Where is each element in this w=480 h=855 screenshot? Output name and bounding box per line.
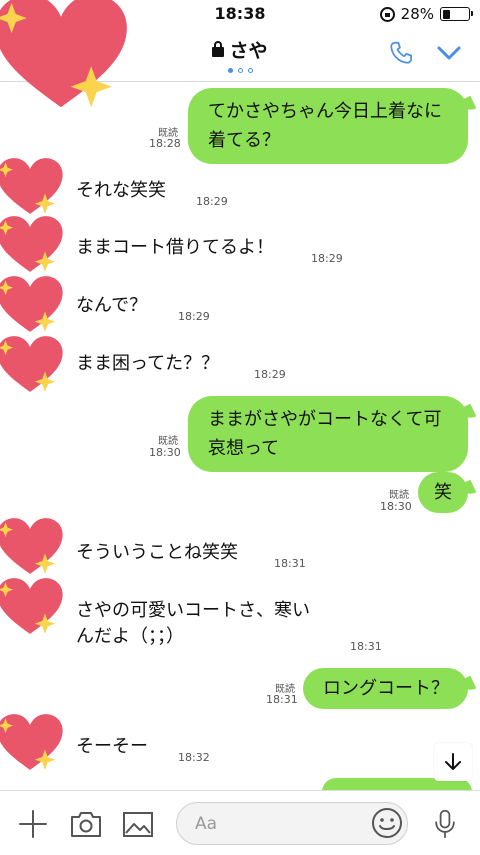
heart-avatar[interactable]	[0, 334, 64, 394]
heart-avatar[interactable]	[0, 516, 64, 576]
message-text: 着てる？	[208, 130, 280, 151]
page-dot	[247, 68, 253, 73]
message-bubble-sent[interactable]: ままがさやがコートなくて可 哀想って	[188, 396, 468, 472]
timestamp: 18:28	[149, 137, 181, 150]
read-receipt: 既読	[158, 436, 178, 447]
emoji-icon[interactable]	[370, 806, 404, 840]
timestamp: 18:31	[350, 640, 382, 653]
phone-icon[interactable]	[388, 40, 414, 66]
timestamp: 18:29	[196, 195, 228, 208]
message-bubble-sent[interactable]: 笑	[418, 472, 468, 513]
message-text-received[interactable]: ままコート借りてるよ！	[76, 233, 274, 262]
heart-avatar-large[interactable]	[0, 0, 130, 110]
message-text-received[interactable]: さやの可愛いコートさ、寒い	[76, 596, 310, 625]
message-text: てかさやちゃん今日上着なに	[208, 101, 442, 122]
microphone-icon[interactable]	[430, 809, 460, 839]
heart-avatar[interactable]	[0, 274, 64, 334]
message-text-received[interactable]: そういうことね笑笑	[76, 538, 238, 567]
message-bubble-sent[interactable]: ロングコート？	[303, 668, 468, 709]
message-input-placeholder: Aa	[195, 814, 218, 834]
rotation-lock-icon	[379, 6, 395, 22]
timestamp: 18:30	[380, 500, 412, 513]
image-icon[interactable]	[121, 809, 155, 839]
message-text-received[interactable]: なんで？	[76, 291, 147, 320]
message-input-bar: Aa	[0, 790, 480, 855]
message-text: ロングコート？	[323, 678, 449, 699]
battery-percent: 28%	[400, 5, 434, 23]
read-receipt: 既読	[389, 490, 409, 501]
status-indicators: 28%	[379, 5, 473, 23]
scroll-to-bottom-button[interactable]	[434, 743, 472, 781]
battery-icon	[440, 7, 473, 21]
chat-title-text: さや	[229, 40, 268, 62]
timestamp: 18:31	[266, 693, 298, 706]
arrow-down-icon	[445, 753, 461, 770]
message-text-received[interactable]: まま困ってた？？	[76, 349, 219, 378]
lock-icon	[212, 40, 225, 57]
message-text-received[interactable]: そーそー	[76, 732, 148, 761]
message-text-received[interactable]: それな笑笑	[76, 176, 166, 205]
chevron-down-icon[interactable]	[436, 42, 462, 64]
timestamp: 18:29	[254, 368, 286, 381]
timestamp: 18:29	[178, 310, 210, 323]
heart-avatar[interactable]	[0, 156, 64, 216]
plus-icon[interactable]	[16, 809, 50, 839]
camera-icon[interactable]	[69, 809, 103, 839]
timestamp: 18:32	[178, 751, 210, 764]
message-text: 笑	[434, 482, 452, 503]
message-text-received[interactable]: んだよ（；；）	[76, 622, 184, 651]
timestamp: 18:29	[311, 252, 343, 265]
timestamp: 18:30	[149, 446, 181, 459]
heart-avatar[interactable]	[0, 214, 64, 274]
page-dot-active	[227, 68, 233, 73]
page-dot	[237, 68, 243, 73]
message-bubble-sent[interactable]: てかさやちゃん今日上着なに 着てる？	[188, 88, 468, 164]
message-text: 哀想って	[208, 438, 280, 459]
message-text: ままがさやがコートなくて可	[208, 409, 442, 430]
heart-avatar[interactable]	[0, 712, 64, 772]
timestamp: 18:31	[274, 557, 306, 570]
heart-avatar[interactable]	[0, 576, 64, 636]
